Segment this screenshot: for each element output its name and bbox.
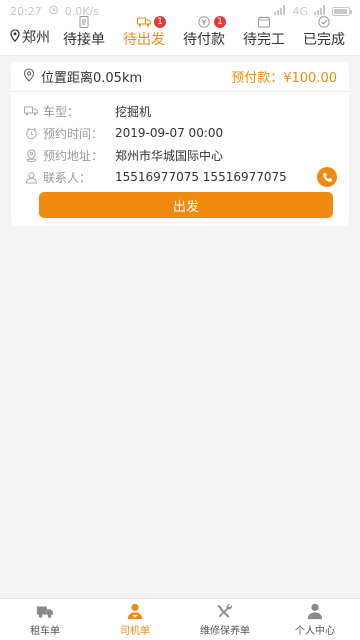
contact-value: 15516977075 15516977075 xyxy=(115,170,287,184)
location-pin-icon xyxy=(10,28,20,46)
tab-label: 待完工 xyxy=(243,32,285,48)
contact-row: 联系人： 15516977075 15516977075 xyxy=(23,166,337,188)
nav-label: 个人中心 xyxy=(295,626,335,637)
distance-text: 位置距离0.05km xyxy=(41,71,143,86)
order-card-header: 位置距离0.05km 预付款：¥100.00 xyxy=(11,62,349,92)
truck-icon xyxy=(36,606,54,618)
person-icon xyxy=(23,169,39,185)
user-icon xyxy=(307,603,323,620)
appointment-time-row: 预约时间： 2019-09-07 00:00 xyxy=(23,122,337,144)
tools-icon xyxy=(217,604,232,618)
driver-icon xyxy=(127,603,143,620)
depart-button[interactable]: 出发 xyxy=(39,192,333,218)
tab-pending-accept[interactable]: 待接单 xyxy=(54,16,114,55)
tab-pending-complete[interactable]: 待完工 xyxy=(234,16,294,55)
battery-icon xyxy=(332,6,352,16)
nav-driver-orders[interactable]: 司机单 xyxy=(90,599,180,640)
phone-icon xyxy=(322,172,332,182)
tab-label: 待接单 xyxy=(63,32,105,48)
prepay-amount: 预付款：¥100.00 xyxy=(231,71,337,86)
city-selector[interactable]: 郑州 xyxy=(0,27,54,55)
status-time: 20:27 xyxy=(10,4,42,18)
tab-pending-depart[interactable]: 待出发 1 xyxy=(114,16,174,55)
tab-completed[interactable]: 已完成 xyxy=(294,16,354,55)
appointment-time-value: 2019-09-07 00:00 xyxy=(115,126,224,140)
doc-icon xyxy=(79,16,89,28)
row-label: 预约时间： xyxy=(43,126,104,141)
row-label: 联系人： xyxy=(43,170,92,185)
vehicle-type-row: 车型： 挖掘机 xyxy=(23,100,337,122)
address-icon xyxy=(23,147,39,163)
calendar-icon xyxy=(258,16,270,28)
bottom-nav: 租车单 司机单 维修保养单 个人中心 xyxy=(0,598,360,640)
nav-profile[interactable]: 个人中心 xyxy=(270,599,360,640)
nav-label: 维修保养单 xyxy=(200,626,250,637)
check-circle-icon xyxy=(318,16,330,28)
nav-maintenance-orders[interactable]: 维修保养单 xyxy=(180,599,270,640)
row-label: 车型： xyxy=(43,104,80,119)
alarm-clock-icon xyxy=(23,125,39,141)
order-status-tabs: 郑州 待接单 待出发 1 待付款 1 待完工 已完成 xyxy=(0,16,360,56)
tab-pending-payment[interactable]: 待付款 1 xyxy=(174,16,234,55)
vehicle-type-value: 挖掘机 xyxy=(115,104,152,119)
row-label: 预约地址： xyxy=(43,148,104,163)
order-card[interactable]: 位置距离0.05km 预付款：¥100.00 车型： 挖掘机 预约时间： 201… xyxy=(11,62,349,226)
nav-label: 租车单 xyxy=(30,626,60,637)
call-button[interactable] xyxy=(317,167,337,187)
tab-label: 待出发 xyxy=(123,32,165,48)
location-pin-icon xyxy=(23,67,35,86)
nav-rental-orders[interactable]: 租车单 xyxy=(0,599,90,640)
appointment-address-row: 预约地址： 郑州市华城国际中心 xyxy=(23,144,337,166)
nav-label: 司机单 xyxy=(120,626,150,637)
tab-label: 已完成 xyxy=(303,32,345,48)
yen-icon xyxy=(198,16,210,28)
tab-label: 待付款 xyxy=(183,32,225,48)
tab-badge: 1 xyxy=(214,16,226,28)
truck-icon xyxy=(23,103,39,119)
appointment-address-value: 郑州市华城国际中心 xyxy=(115,148,224,163)
tab-badge: 1 xyxy=(154,16,166,28)
city-name: 郑州 xyxy=(22,30,50,46)
truck-icon xyxy=(137,17,151,27)
